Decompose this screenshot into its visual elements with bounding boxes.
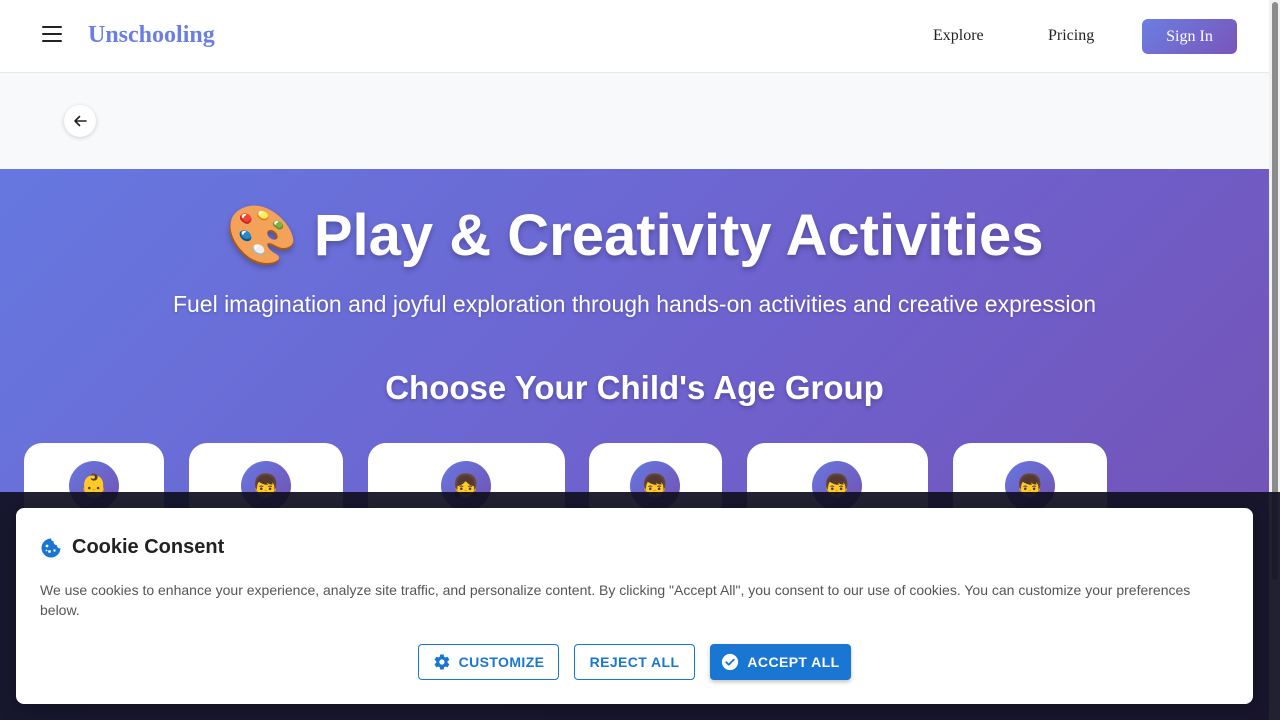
gear-icon bbox=[434, 654, 449, 670]
cookie-description: We use cookies to enhance your experienc… bbox=[40, 582, 1191, 618]
sub-toolbar bbox=[0, 73, 1269, 169]
customize-label: Customize bbox=[458, 654, 545, 670]
nav-pricing-link[interactable]: Pricing bbox=[1048, 27, 1094, 45]
back-button[interactable] bbox=[64, 105, 96, 137]
check-circle-icon bbox=[722, 653, 739, 671]
brand-logo[interactable]: Unschooling bbox=[88, 22, 215, 49]
arrow-left-icon bbox=[74, 115, 87, 127]
reject-all-label: Reject All bbox=[589, 654, 680, 670]
cookie-title: Cookie Consent bbox=[72, 536, 225, 558]
top-navbar: Unschooling Explore Pricing Sign In bbox=[0, 0, 1269, 73]
palette-emoji-icon: 🎨 bbox=[225, 203, 298, 268]
accept-all-button[interactable]: Accept All bbox=[710, 644, 851, 680]
age-group-heading: Choose Your Child's Age Group bbox=[385, 369, 884, 406]
accept-all-label: Accept All bbox=[747, 654, 840, 670]
nav-explore-link[interactable]: Explore bbox=[933, 27, 984, 45]
cookie-icon bbox=[41, 538, 61, 557]
cookie-header: Cookie Consent bbox=[40, 536, 224, 559]
sign-in-button[interactable]: Sign In bbox=[1142, 19, 1237, 54]
page-subtitle: Fuel imagination and joyful exploration … bbox=[172, 291, 1097, 317]
reject-all-button[interactable]: Reject All bbox=[574, 644, 695, 680]
customize-button[interactable]: Customize bbox=[418, 644, 559, 680]
page-title: 🎨 Play & Creativity Activities bbox=[0, 202, 1269, 270]
page-title-text: Play & Creativity Activities bbox=[313, 203, 1044, 268]
cookie-consent-dialog: Cookie Consent We use cookies to enhance… bbox=[16, 508, 1253, 704]
hamburger-menu-icon[interactable] bbox=[40, 26, 64, 46]
